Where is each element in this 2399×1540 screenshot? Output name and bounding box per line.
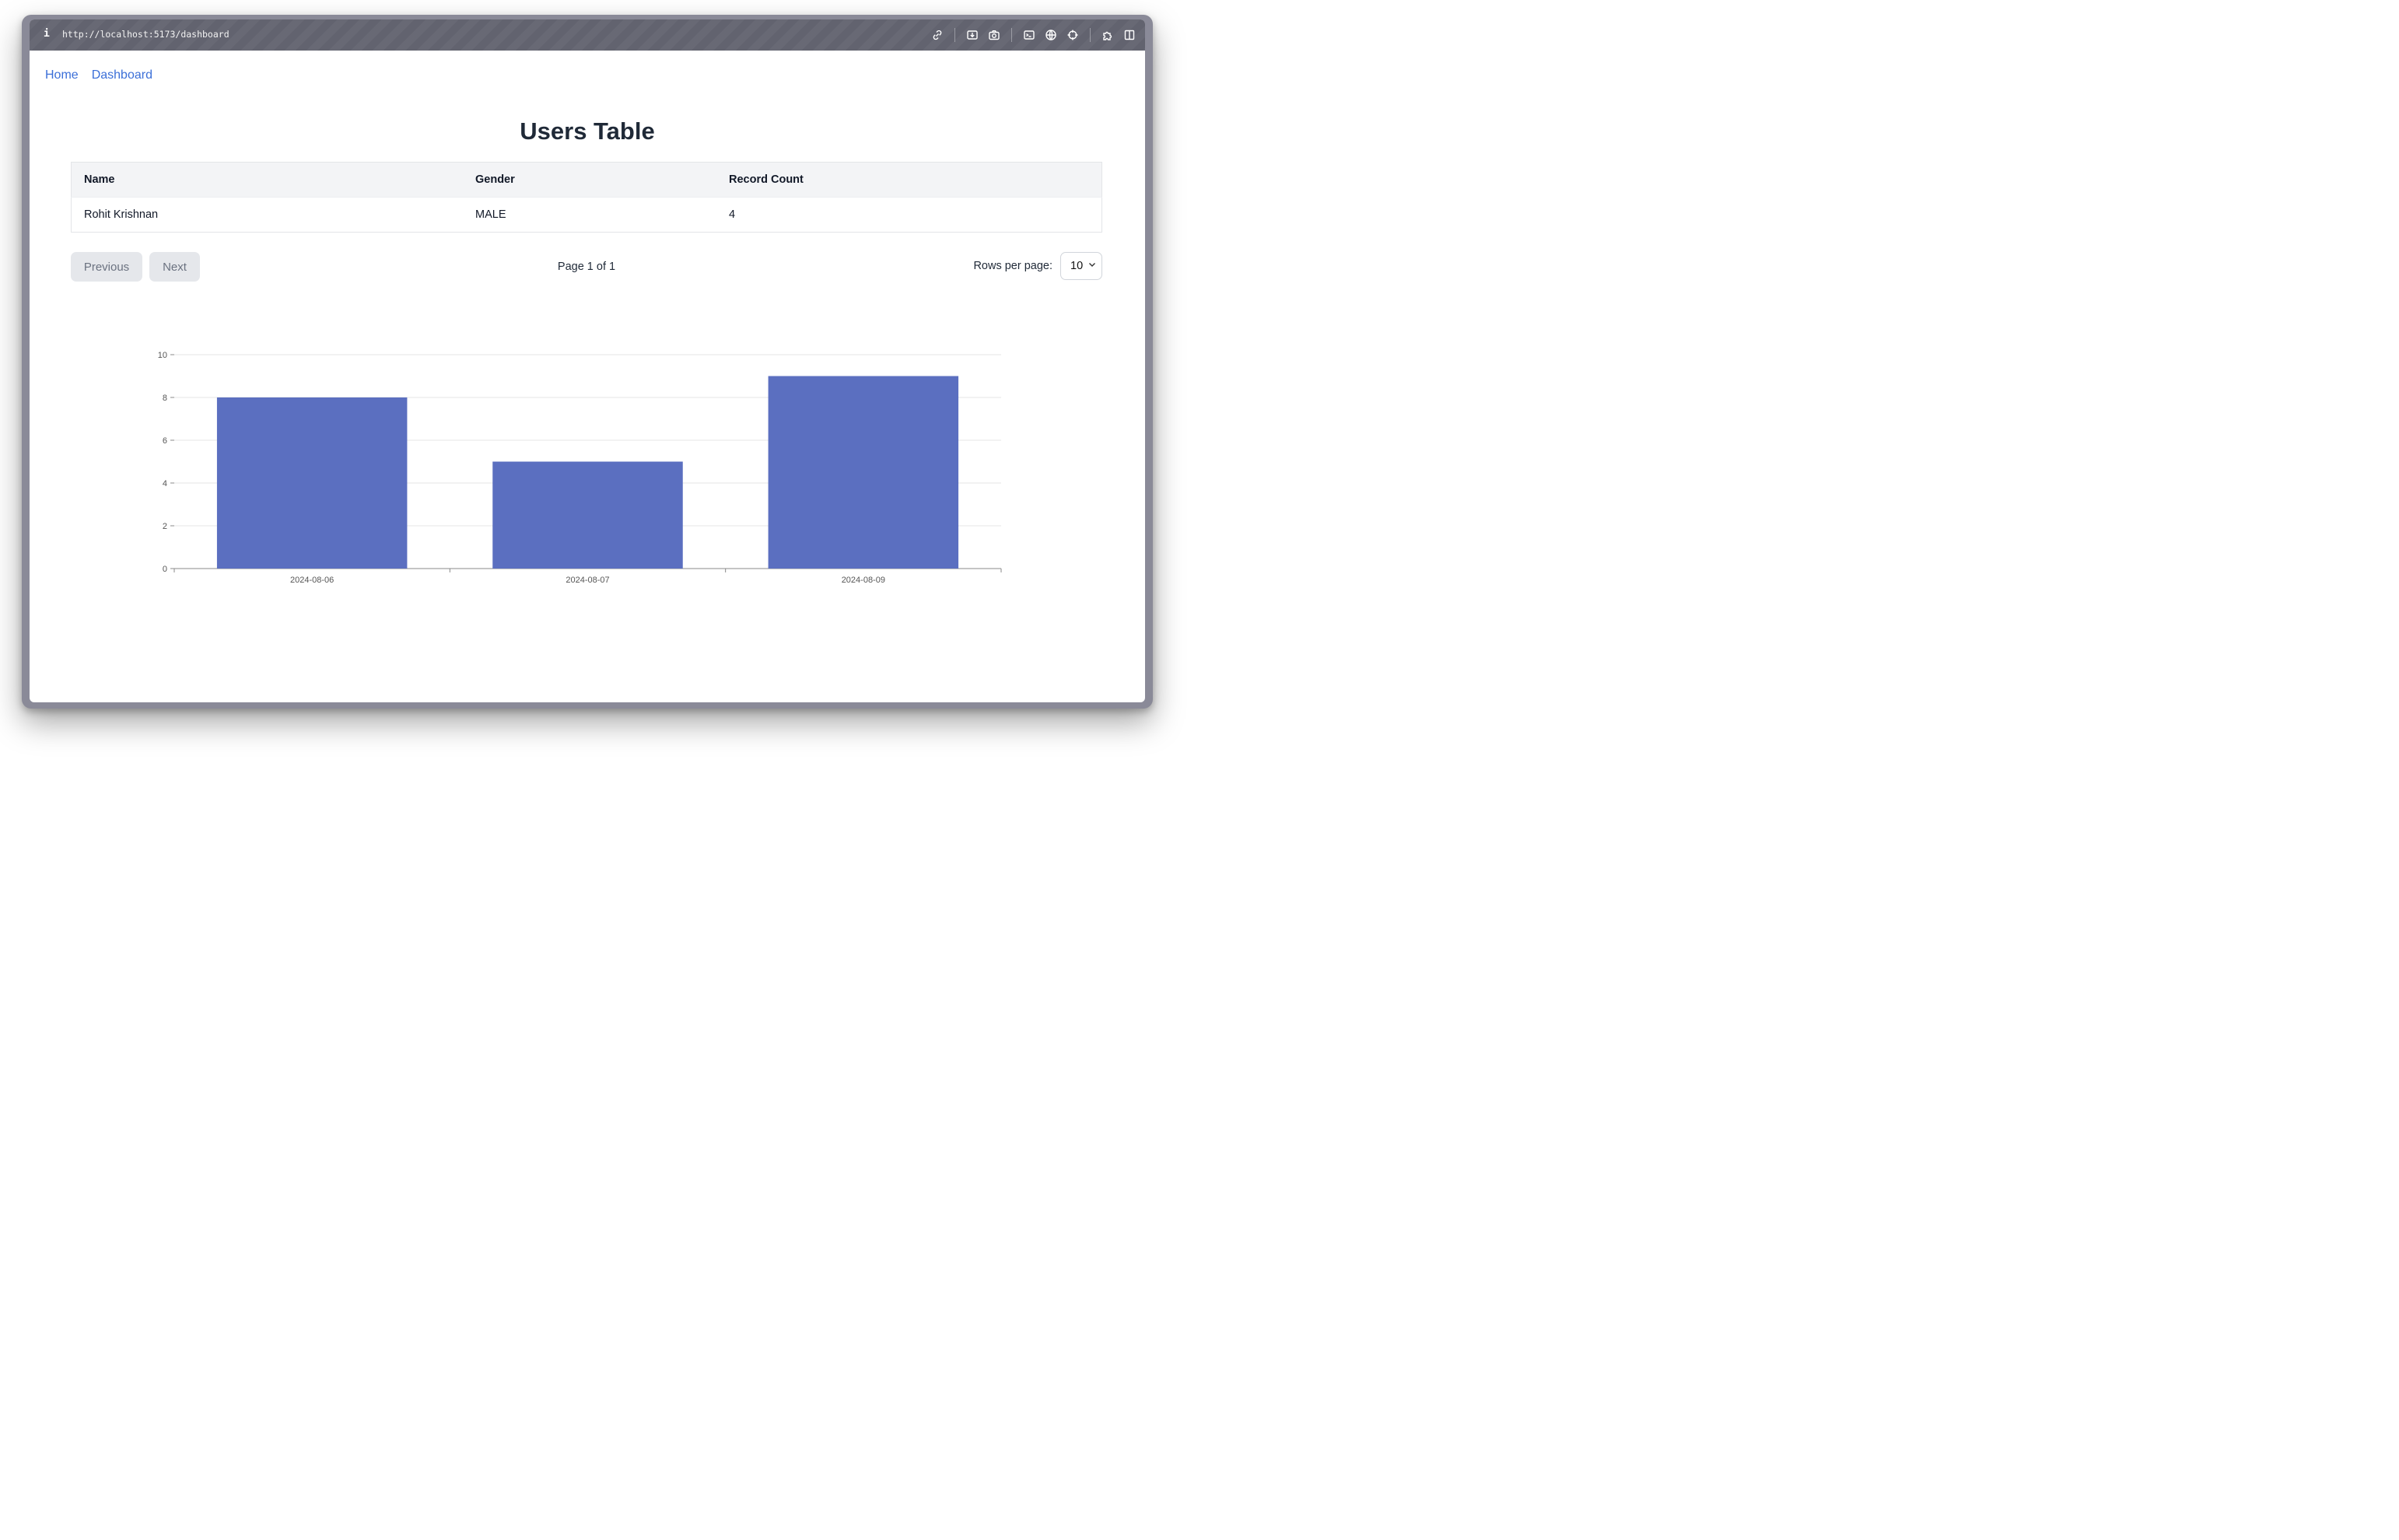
y-tick-label: 8 <box>163 394 167 403</box>
x-tick-label: 2024-08-06 <box>290 576 334 585</box>
rows-per-page-value: 10 <box>1070 260 1084 272</box>
page-title: Users Table <box>520 117 655 145</box>
top-nav: Home Dashboard <box>45 68 166 82</box>
users-table: Name Gender Record Count Rohit Krishnan … <box>71 162 1102 233</box>
bar-2024-08-07 <box>492 461 683 569</box>
column-header-record-count[interactable]: Record Count <box>716 162 1102 198</box>
bar-2024-08-06 <box>216 397 408 569</box>
nav-link-dashboard[interactable]: Dashboard <box>92 68 152 82</box>
cell-name: Rohit Krishnan <box>71 197 463 233</box>
column-header-name[interactable]: Name <box>71 162 463 198</box>
pagination: Previous Next Page 1 of 1 Rows per page:… <box>71 252 1102 283</box>
chart-svg: 0 2 4 6 8 10 2024-08-06 2024-08-07 2024-08-09 <box>158 351 1002 585</box>
crosshair-icon[interactable] <box>1065 27 1080 43</box>
camera-icon[interactable] <box>986 27 1002 43</box>
y-tick-label: 2 <box>163 522 167 531</box>
y-tick-label: 10 <box>158 351 167 360</box>
browser-toolbar: i http://localhost:5173/dashboard <box>30 19 1145 51</box>
toolbar-separator <box>1090 28 1091 42</box>
x-tick-label: 2024-08-09 <box>842 576 885 585</box>
bar-chart: 0 2 4 6 8 10 2024-08-06 2024-08-07 2024-08-09 <box>138 340 1041 612</box>
terminal-icon[interactable] <box>1021 27 1037 43</box>
puzzle-icon[interactable] <box>1100 27 1115 43</box>
sidebar-icon[interactable] <box>1122 27 1137 43</box>
globe-icon[interactable] <box>1043 27 1059 43</box>
y-tick-label: 4 <box>163 479 167 488</box>
table-row[interactable]: Rohit Krishnan MALE 4 <box>71 197 1102 233</box>
download-icon[interactable] <box>965 27 980 43</box>
url-bar[interactable]: http://localhost:5173/dashboard <box>62 29 229 40</box>
page-content: Home Dashboard Users Table Name Gender R… <box>30 51 1145 702</box>
table-header-row: Name Gender Record Count <box>71 162 1102 198</box>
nav-link-home[interactable]: Home <box>45 68 79 82</box>
page-indicator: Page 1 of 1 <box>557 261 616 273</box>
toolbar-separator <box>954 28 955 42</box>
cell-record-count: 4 <box>716 197 1102 233</box>
y-tick-label: 0 <box>163 565 167 574</box>
x-tick-label: 2024-08-07 <box>566 576 609 585</box>
link-icon[interactable] <box>930 27 945 43</box>
chevron-down-icon <box>1089 263 1095 267</box>
rows-per-page-select[interactable]: 10 <box>1060 252 1102 280</box>
info-icon[interactable]: i <box>44 28 51 42</box>
y-tick-label: 6 <box>163 436 167 446</box>
cell-gender: MALE <box>463 197 716 233</box>
bar-2024-08-09 <box>768 376 959 569</box>
column-header-gender[interactable]: Gender <box>463 162 716 198</box>
rows-per-page-label: Rows per page: <box>973 260 1052 272</box>
toolbar-separator <box>1011 28 1012 42</box>
browser-window: i http://localhost:5173/dashboard Home D… <box>30 19 1145 702</box>
